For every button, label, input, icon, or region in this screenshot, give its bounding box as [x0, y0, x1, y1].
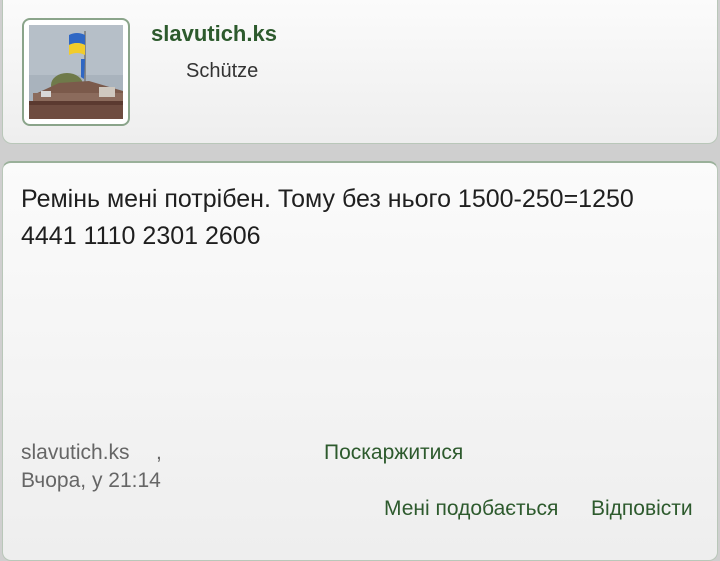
post-author[interactable]: slavutich.ks: [21, 441, 130, 465]
author-card: slavutich.ks Schütze: [2, 0, 718, 144]
like-button[interactable]: Мені подобається: [384, 497, 558, 521]
post-line: Ремінь мені потрібен. Тому без нього 150…: [21, 185, 634, 213]
report-button[interactable]: Поскаржитися: [324, 441, 463, 465]
user-rank: Schütze: [186, 60, 259, 82]
meta-separator: ,: [156, 441, 162, 464]
reply-button[interactable]: Відповісти: [591, 497, 693, 521]
post-line: 4441 1110 2301 2606: [21, 222, 261, 250]
post-message: Ремінь мені потрібен. Тому без нього 150…: [21, 181, 701, 255]
avatar[interactable]: [22, 18, 130, 126]
avatar-image: [29, 25, 123, 119]
username-link[interactable]: slavutich.ks: [151, 21, 277, 47]
post-date[interactable]: Вчора, у 21:14: [21, 469, 161, 493]
post-card: Ремінь мені потрібен. Тому без нього 150…: [2, 161, 718, 561]
